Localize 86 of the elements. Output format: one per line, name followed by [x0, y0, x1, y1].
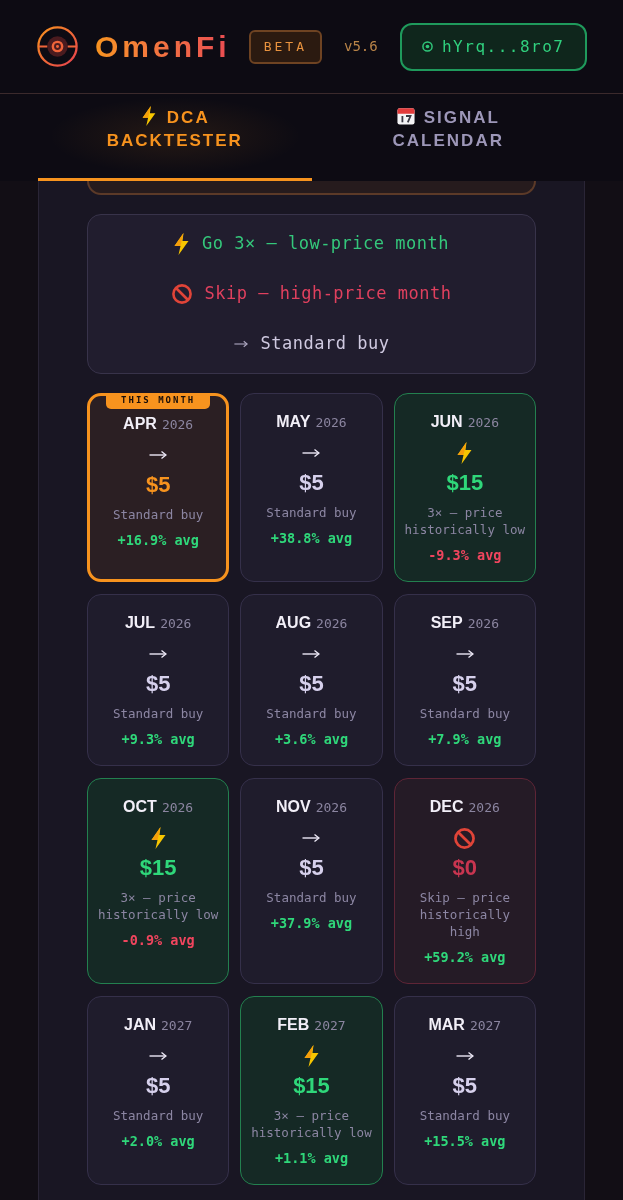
arrow-right-icon	[149, 450, 168, 460]
amount: $15	[446, 470, 484, 496]
year-label: 2027	[314, 1017, 346, 1035]
signal-note: 3× — price historically low	[403, 504, 526, 538]
amount: $5	[299, 671, 324, 697]
amount: $5	[299, 855, 324, 881]
signal-note: Skip — price historically high	[418, 889, 511, 940]
amount: $15	[139, 855, 177, 881]
status-ring-icon	[422, 41, 433, 52]
year-label: 2026	[161, 799, 194, 817]
amount: $5	[145, 671, 171, 697]
legend-label: Standard buy	[260, 332, 390, 356]
year-label: 2026	[315, 799, 347, 817]
amount: $5	[452, 671, 478, 697]
signal-note: Standard buy	[266, 889, 357, 906]
month-label: AUG	[275, 613, 312, 633]
average-return: -0.9% avg	[121, 931, 195, 949]
average-return: +3.6% avg	[274, 730, 349, 748]
year-label: 2026	[467, 615, 499, 633]
lightning-icon	[457, 442, 473, 464]
lightning-icon	[304, 1045, 319, 1067]
average-return: +38.8% avg	[270, 529, 353, 547]
signal-note: 3× — price historically low	[250, 1107, 373, 1141]
average-return: +16.9% avg	[117, 531, 199, 549]
year-label: 2026	[315, 414, 347, 432]
year-label: 2026	[467, 414, 499, 432]
month-label: NOV	[276, 797, 311, 817]
signal-note: Standard buy	[113, 1107, 204, 1124]
average-return: -9.3% avg	[428, 546, 502, 564]
month-label: APR	[123, 414, 157, 434]
month-label: SEP	[430, 613, 463, 633]
current-month-badge: THIS MONTH	[106, 393, 211, 409]
month-label: DEC	[429, 797, 464, 817]
arrow-right-icon	[455, 649, 474, 659]
month-label: JAN	[124, 1015, 156, 1035]
month-label: FEB	[277, 1015, 310, 1035]
month-label: OCT	[123, 797, 157, 817]
amount: $0	[452, 855, 478, 881]
year-label: 2026	[160, 615, 192, 633]
year-label: 2026	[468, 799, 500, 817]
arrow-right-icon	[149, 1051, 168, 1061]
prohibited-icon	[171, 284, 192, 304]
average-return: +7.9% avg	[428, 730, 502, 748]
year-label: 2027	[161, 1017, 193, 1035]
year-label: 2026	[161, 416, 194, 434]
amount: $5	[452, 1073, 478, 1099]
amount: $15	[293, 1073, 330, 1099]
signal-note: Standard buy	[266, 504, 357, 521]
beta-badge: BETA	[248, 29, 322, 64]
year-label: 2027	[469, 1017, 502, 1035]
month-label: JUL	[124, 613, 156, 633]
average-return: +37.9% avg	[270, 914, 353, 932]
amount: $5	[145, 472, 171, 498]
arrow-right-icon	[302, 833, 321, 843]
average-return: +2.0% avg	[121, 1132, 195, 1150]
arrow-right-icon	[302, 649, 321, 659]
signal-note: 3× — price historically low	[96, 889, 220, 923]
version-label: v5.6	[344, 37, 378, 56]
signal-note: Standard buy	[113, 705, 204, 722]
signal-note: Standard buy	[266, 705, 357, 722]
month-label: MAY	[276, 412, 311, 432]
average-return: +9.3% avg	[121, 730, 195, 748]
wallet-button[interactable]: hYrq...8ro7	[399, 22, 587, 71]
average-return: +59.2% avg	[424, 948, 506, 966]
average-return: +15.5% avg	[424, 1132, 506, 1150]
month-label: JUN	[430, 412, 463, 432]
logo-icon	[37, 26, 78, 67]
arrow-right-icon	[302, 448, 321, 458]
month-label: MAR	[428, 1015, 465, 1035]
prohibited-icon	[454, 827, 476, 849]
legend-label: Go 3× — low-price month	[202, 232, 449, 256]
arrow-right-icon	[233, 340, 248, 348]
signal-note: Standard buy	[419, 1107, 510, 1124]
amount: $5	[145, 1073, 171, 1099]
signal-note: Standard buy	[419, 705, 510, 722]
tab[interactable]: SIGNAL CALENDAR	[311, 94, 585, 181]
arrow-right-icon	[149, 649, 168, 659]
average-return: +1.1% avg	[274, 1149, 349, 1167]
arrow-right-icon	[455, 1051, 474, 1061]
calendar-icon	[396, 106, 415, 126]
amount: $5	[299, 470, 324, 496]
legend-label: Skip — high-price month	[204, 282, 452, 306]
lightning-icon	[174, 233, 190, 255]
signal-note: Standard buy	[113, 506, 204, 523]
lightning-icon	[150, 827, 166, 849]
year-label: 2026	[316, 615, 348, 633]
